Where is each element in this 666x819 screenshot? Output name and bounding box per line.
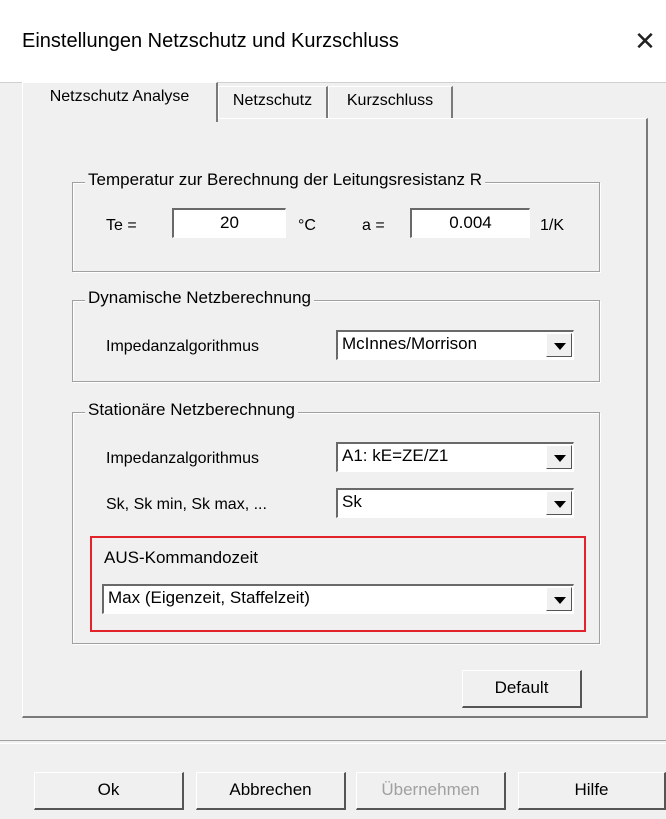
a-input[interactable]: 0.004 — [410, 208, 530, 238]
sk-select[interactable]: Sk — [336, 488, 574, 518]
help-button[interactable]: Hilfe — [518, 772, 666, 810]
ok-button[interactable]: Ok — [34, 772, 184, 810]
a-label: a = — [362, 217, 385, 234]
sk-value: Sk — [342, 492, 362, 511]
chevron-down-icon[interactable] — [546, 333, 572, 357]
tab-kurzschluss[interactable]: Kurzschluss — [328, 86, 453, 118]
chevron-down-icon[interactable] — [546, 491, 572, 515]
dynamic-legend: Dynamische Netzberechnung — [85, 288, 315, 308]
stationary-impedance-select[interactable]: A1: kE=ZE/Z1 — [336, 442, 574, 472]
default-button[interactable]: Default — [462, 670, 582, 708]
te-unit: °C — [298, 217, 316, 234]
footer-separator — [0, 740, 666, 744]
title-bar: Einstellungen Netzschutz und Kurzschluss… — [0, 0, 666, 82]
tab-netzschutz[interactable]: Netzschutz — [218, 86, 328, 118]
dynamic-impedance-select[interactable]: McInnes/Morrison — [336, 330, 574, 360]
chevron-down-icon[interactable] — [546, 445, 572, 469]
aus-value: Max (Eigenzeit, Staffelzeit) — [108, 588, 310, 607]
dialog-title: Einstellungen Netzschutz und Kurzschluss — [22, 30, 399, 52]
close-icon[interactable]: ✕ — [630, 24, 660, 58]
dynamic-impedance-label: Impedanzalgorithmus — [106, 338, 259, 355]
cancel-button[interactable]: Abbrechen — [196, 772, 346, 810]
tab-netzschutz-analyse[interactable]: Netzschutz Analyse — [22, 82, 218, 122]
aus-label: AUS-Kommandozeit — [104, 548, 259, 567]
apply-button[interactable]: Übernehmen — [356, 772, 506, 810]
dynamic-impedance-value: McInnes/Morrison — [342, 334, 478, 353]
te-input[interactable]: 20 — [172, 208, 286, 238]
chevron-down-icon[interactable] — [546, 587, 572, 611]
sk-label: Sk, Sk min, Sk max, ... — [106, 496, 267, 513]
stationary-impedance-value: A1: kE=ZE/Z1 — [342, 446, 449, 465]
te-label: Te = — [106, 217, 137, 234]
dialog-window: Einstellungen Netzschutz und Kurzschluss… — [0, 0, 666, 819]
aus-select[interactable]: Max (Eigenzeit, Staffelzeit) — [102, 584, 574, 614]
stationary-legend: Stationäre Netzberechnung — [85, 400, 298, 420]
temperature-legend: Temperatur zur Berechnung der Leitungsre… — [85, 170, 486, 190]
a-unit: 1/K — [540, 217, 565, 234]
stationary-impedance-label: Impedanzalgorithmus — [106, 450, 259, 467]
